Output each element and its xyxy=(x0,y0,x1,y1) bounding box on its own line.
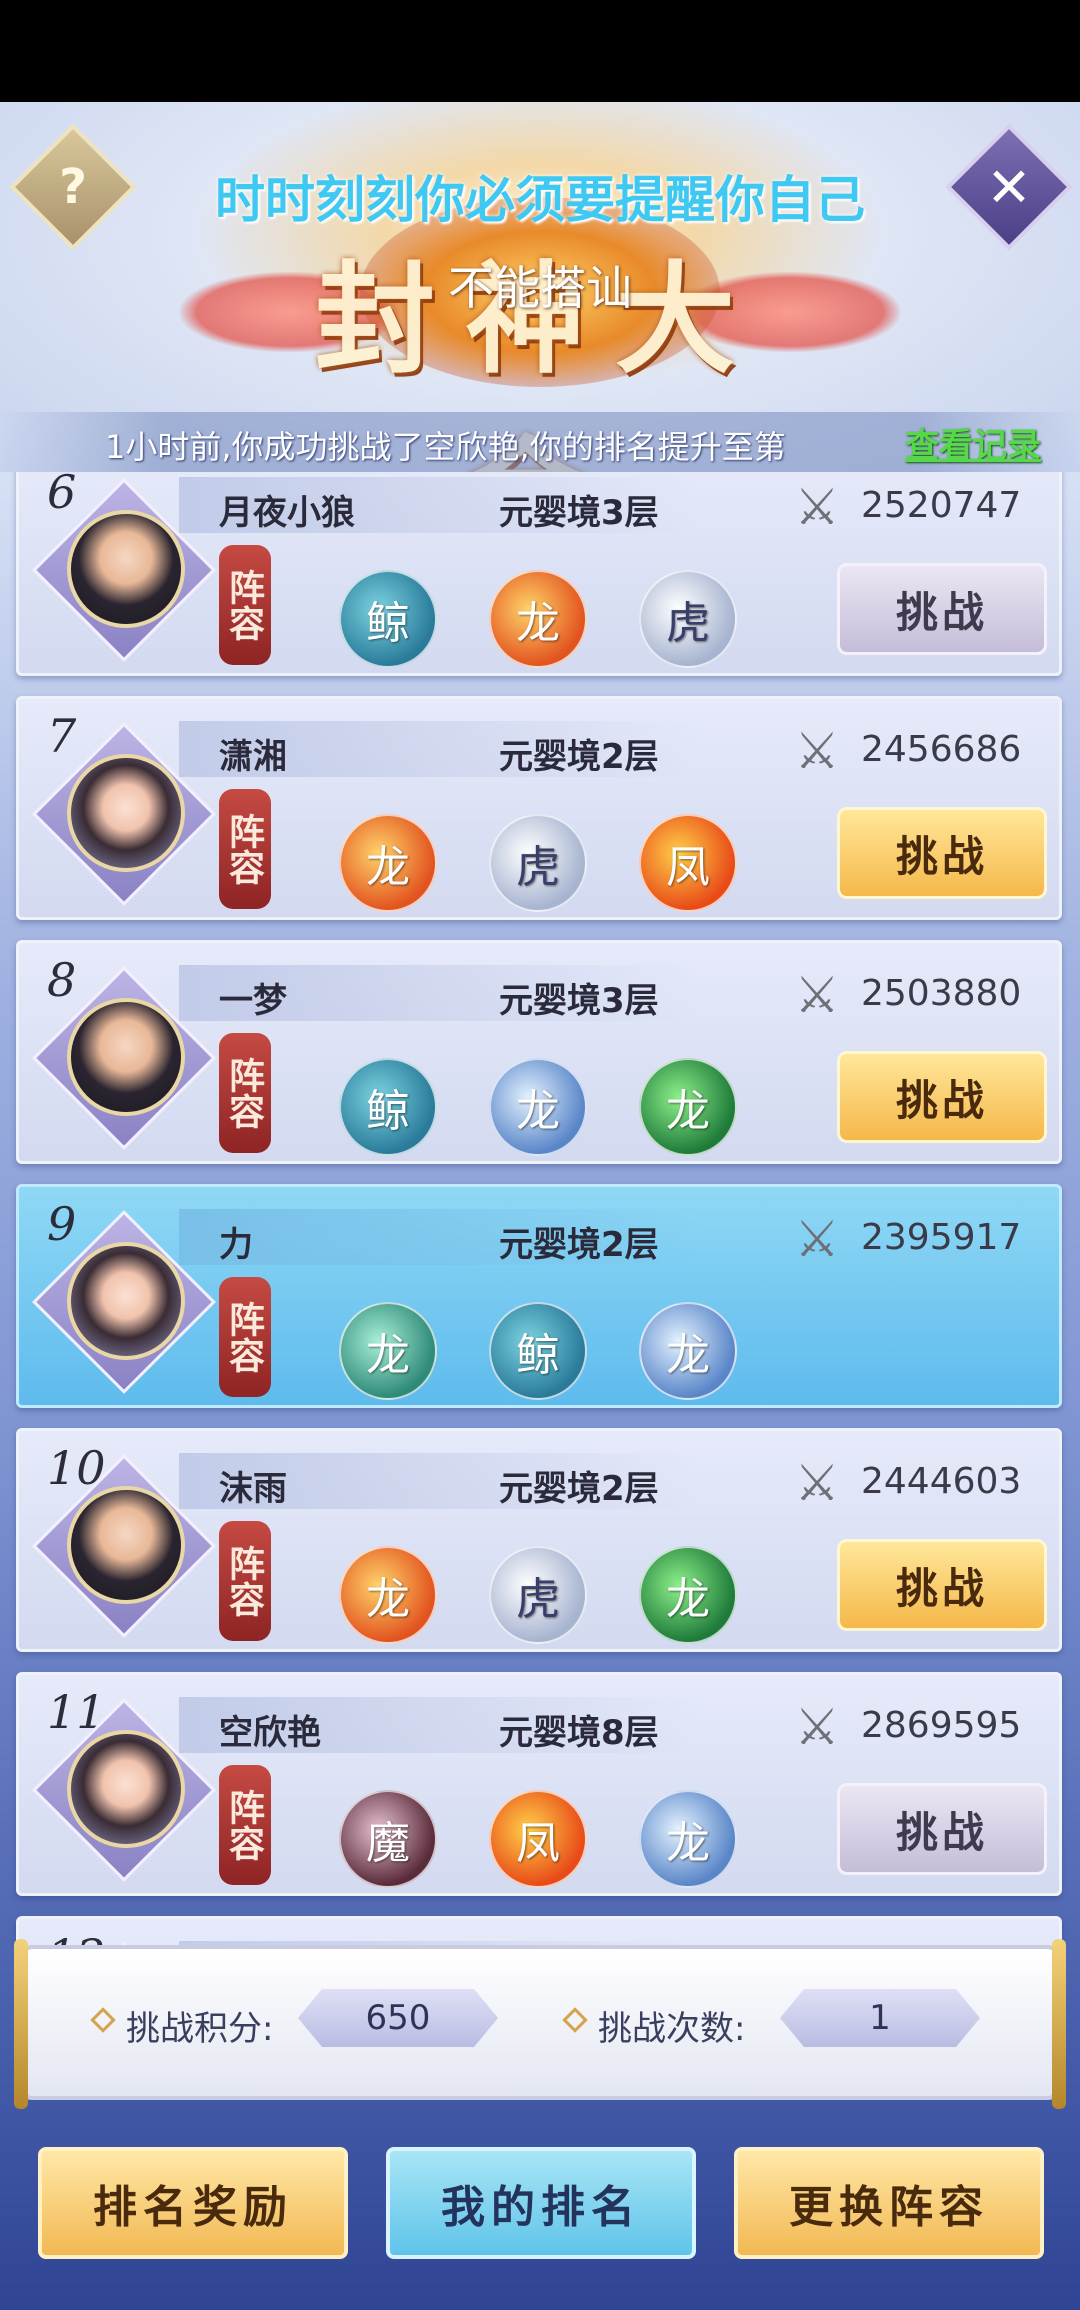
crossed-swords-icon: ⚔ xyxy=(794,1210,840,1268)
player-realm: 元婴境3层 xyxy=(499,981,659,1021)
challenge-notice: 1小时前,你成功挑战了空欣艳,你的排名提升至第 xyxy=(105,428,786,466)
avatar[interactable] xyxy=(67,1730,185,1848)
overlay-caption: 时时刻刻你必须要提醒你自己 xyxy=(215,171,865,229)
avatar[interactable] xyxy=(67,998,185,1116)
challenge-points-label: 挑战积分: xyxy=(126,2009,274,2049)
player-name: 潇湘 xyxy=(219,737,287,777)
challenge-button[interactable]: 挑战 xyxy=(837,1539,1047,1631)
player-name: 月夜小狼 xyxy=(219,493,355,533)
crossed-swords-icon: ⚔ xyxy=(794,478,840,536)
combat-power: 2503880 xyxy=(861,973,1022,1014)
jade-dragon-pet-icon[interactable]: 龙 xyxy=(339,1302,437,1400)
combat-power: 2395917 xyxy=(861,1217,1022,1258)
my-rank-button[interactable]: 我的排名 xyxy=(386,2147,696,2259)
team-label: 阵容 xyxy=(219,1765,271,1885)
team-label: 阵容 xyxy=(219,1033,271,1153)
fire-dragon-pet-icon[interactable]: 龙 xyxy=(339,1546,437,1644)
green-dragon-pet-icon[interactable]: 龙 xyxy=(639,1546,737,1644)
player-name: 一梦 xyxy=(219,981,287,1021)
game-screen: 封神大会 ? ✕ 时时刻刻你必须要提醒你自己 不能搭讪 1小时前,你成功挑战了空… xyxy=(0,102,1080,2310)
player-realm: 元婴境2层 xyxy=(499,1225,659,1265)
rank-number: 6 xyxy=(47,472,77,519)
ice-dragon-pet-icon[interactable]: 龙 xyxy=(639,1790,737,1888)
crossed-swords-icon: ⚔ xyxy=(794,1454,840,1512)
player-name: 力 xyxy=(219,1225,253,1265)
combat-power: 2456686 xyxy=(861,729,1022,770)
crossed-swords-icon: ⚔ xyxy=(794,722,840,780)
change-team-button[interactable]: 更换阵容 xyxy=(734,2147,1044,2259)
ranking-row[interactable]: 6 月夜小狼 元婴境3层 ⚔ 2520747 阵容鲸龙虎 挑战 xyxy=(16,472,1062,676)
team-label: 阵容 xyxy=(219,1521,271,1641)
player-realm: 元婴境8层 xyxy=(499,1713,659,1753)
rank-number: 8 xyxy=(47,953,77,1007)
fire-dragon-pet-icon[interactable]: 龙 xyxy=(489,570,587,668)
player-realm: 元婴境2层 xyxy=(499,737,659,777)
header: 封神大会 ? ✕ 时时刻刻你必须要提醒你自己 不能搭讪 1小时前,你成功挑战了空… xyxy=(0,102,1080,564)
avatar[interactable] xyxy=(67,754,185,872)
fire-dragon-pet-icon[interactable]: 龙 xyxy=(339,814,437,912)
player-name: 空欣艳 xyxy=(219,1713,321,1753)
ranking-row[interactable]: 10 沫雨 元婴境2层 ⚔ 2444603 阵容龙虎龙挑战 xyxy=(16,1428,1062,1652)
ranking-list[interactable]: 6 月夜小狼 元婴境3层 ⚔ 2520747 阵容鲸龙虎挑战 7 潇湘 元婴境2层 ⚔ 245668… xyxy=(0,472,1080,1947)
view-record-link[interactable]: 查看记录 xyxy=(905,418,1041,467)
player-realm: 元婴境2层 xyxy=(499,1469,659,1509)
ranking-row[interactable]: 7 潇湘 元婴境2层 ⚔ 2456686 阵容龙虎凤 挑战 xyxy=(16,696,1062,920)
tiger-pet-icon[interactable]: 虎 xyxy=(489,814,587,912)
phoenix-pet-icon[interactable]: 凤 xyxy=(639,814,737,912)
challenge-button[interactable]: 挑战 xyxy=(837,563,1047,655)
ranking-row[interactable]: 8 一梦 元婴境3层 ⚔ 2503880 阵容鲸龙龙挑战 xyxy=(16,940,1062,1164)
phoenix-pet-icon[interactable]: 凤 xyxy=(489,1790,587,1888)
diamond-icon xyxy=(90,2007,116,2033)
combat-power: 2869595 xyxy=(861,1705,1022,1746)
ranking-row[interactable]: 11 空欣艳 元婴境8层 ⚔ 2869595 阵容魔凤龙挑战 xyxy=(16,1672,1062,1896)
rank-number: 7 xyxy=(47,709,77,763)
challenge-button[interactable]: 挑战 xyxy=(837,1783,1047,1875)
diamond-icon xyxy=(562,2007,588,2033)
combat-power: 2444603 xyxy=(861,1461,1022,1502)
whale-pet-icon[interactable]: 鲸 xyxy=(489,1302,587,1400)
challenge-button[interactable]: 挑战 xyxy=(837,1051,1047,1143)
avatar[interactable] xyxy=(67,1486,185,1604)
avatar[interactable] xyxy=(67,1242,185,1360)
challenge-count-value: 1 xyxy=(780,1989,980,2047)
crossed-swords-icon: ⚔ xyxy=(794,966,840,1024)
tiger-pet-icon[interactable]: 虎 xyxy=(639,570,737,668)
team-label: 阵容 xyxy=(219,1277,271,1397)
challenge-count-label: 挑战次数: xyxy=(598,2009,746,2049)
ice-dragon-pet-icon[interactable]: 龙 xyxy=(639,1302,737,1400)
challenge-button[interactable]: 挑战 xyxy=(837,807,1047,899)
ice-dragon-pet-icon[interactable]: 龙 xyxy=(489,1058,587,1156)
whale-pet-icon[interactable]: 鲸 xyxy=(339,570,437,668)
player-name: 沫雨 xyxy=(219,1469,287,1509)
status-bar xyxy=(0,0,1080,102)
team-label: 阵容 xyxy=(219,545,271,665)
rank-number: 9 xyxy=(47,1197,77,1251)
overlay-subcaption: 不能搭讪 xyxy=(448,261,632,315)
challenge-points-value: 650 xyxy=(298,1989,498,2047)
stats-panel: 挑战积分: 650 挑战次数: 1 xyxy=(14,1939,1066,2109)
whale-pet-icon[interactable]: 鲸 xyxy=(339,1058,437,1156)
rank-reward-button[interactable]: 排名奖励 xyxy=(38,2147,348,2259)
team-label: 阵容 xyxy=(219,789,271,909)
ranking-row[interactable]: 12 xyxy=(16,1916,1062,1947)
tiger-pet-icon[interactable]: 虎 xyxy=(489,1546,587,1644)
demon-pet-icon[interactable]: 魔 xyxy=(339,1790,437,1888)
player-realm: 元婴境3层 xyxy=(499,493,659,533)
combat-power: 2520747 xyxy=(861,485,1022,526)
crossed-swords-icon: ⚔ xyxy=(794,1698,840,1756)
green-dragon-pet-icon[interactable]: 龙 xyxy=(639,1058,737,1156)
avatar[interactable] xyxy=(67,510,185,628)
ranking-row[interactable]: 9 力元婴境2层 ⚔ 2395917 阵容龙鲸龙 xyxy=(16,1184,1062,1408)
